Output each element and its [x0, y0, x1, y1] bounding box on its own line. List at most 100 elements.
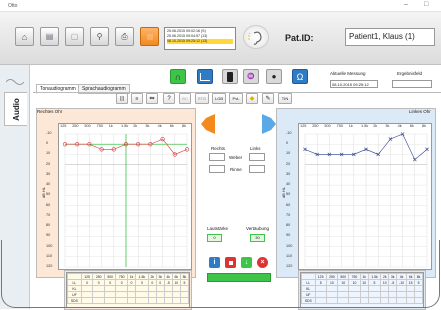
- table-cell[interactable]: [92, 297, 105, 304]
- y-tick-label: 110: [286, 253, 293, 258]
- y-tick-label: 40: [46, 182, 51, 187]
- right-ear-plot[interactable]: [58, 123, 192, 270]
- new-document-button[interactable]: ▢: [65, 27, 84, 46]
- lightbulb-button[interactable]: ◆: [246, 93, 258, 104]
- table-cell[interactable]: [337, 297, 350, 304]
- minimize-button[interactable]: –: [404, 1, 408, 8]
- table-cell[interactable]: [380, 297, 390, 304]
- y-tick-label: 100: [46, 243, 53, 248]
- table-cell[interactable]: [406, 297, 416, 304]
- patient-name-field[interactable]: Patient1, Klaus (1): [345, 28, 435, 46]
- headset-button[interactable]: Ω: [292, 69, 308, 84]
- bars-icon: |||: [120, 95, 124, 102]
- y-tick-label: 100: [286, 243, 293, 248]
- table-cell[interactable]: [179, 297, 189, 304]
- pen-icon: ✎: [265, 96, 271, 102]
- audio-tab[interactable]: Audio: [4, 92, 27, 126]
- table-cell[interactable]: [147, 297, 157, 304]
- info-icon: i: [213, 259, 216, 266]
- vertaeubung-field[interactable]: 30: [250, 234, 265, 242]
- table-cell[interactable]: [314, 297, 327, 304]
- level-button[interactable]: ≡: [131, 93, 143, 104]
- ear-button[interactable]: ?: [163, 93, 175, 104]
- audiogram-view-button[interactable]: [197, 69, 213, 84]
- table-cell[interactable]: [359, 297, 369, 304]
- x-tick-label: 750: [336, 124, 343, 128]
- table-cell[interactable]: [348, 297, 361, 304]
- left-ear-title: Linkes Ohr: [409, 109, 431, 114]
- table-cell[interactable]: [134, 297, 149, 304]
- table-row-label: SDS: [301, 297, 316, 304]
- weber-label: Weber: [229, 155, 243, 160]
- headphones-button[interactable]: ∩: [170, 69, 186, 84]
- table-cell[interactable]: [414, 297, 423, 304]
- ear-logo-icon: [243, 25, 269, 49]
- y-tick-label: 0: [46, 141, 49, 146]
- rinne-right-field[interactable]: [209, 165, 225, 173]
- stop-icon: [228, 260, 233, 265]
- session-button[interactable]: [140, 27, 159, 46]
- title-bar: Otto – □: [0, 0, 441, 12]
- bone-conduction-button[interactable]: |||: [116, 93, 128, 104]
- table-cell[interactable]: [163, 297, 173, 304]
- home-button[interactable]: ⌂: [15, 27, 34, 46]
- table-cell[interactable]: [367, 297, 382, 304]
- search-button[interactable]: ⚲: [90, 27, 109, 46]
- session-list[interactable]: 25.06.2015 09:02:16 (S) 25.06.2015 09:04…: [164, 27, 236, 50]
- x-tick-label: 1.5k: [121, 124, 129, 128]
- pvl-button[interactable]: PvL: [229, 93, 243, 104]
- bc-button[interactable]: BC: [179, 93, 191, 104]
- x-tick-label: 6k: [409, 124, 414, 128]
- lightbulb-icon: ◆: [249, 96, 255, 102]
- y-tick-label: 90: [46, 233, 51, 238]
- aktuelle-messung-field[interactable]: 08.10.2015 09:25:12: [330, 80, 378, 88]
- table-cell[interactable]: [155, 297, 165, 304]
- stg-button[interactable]: STG: [195, 93, 209, 104]
- speech-button[interactable]: ●: [266, 69, 282, 84]
- table-cell[interactable]: [325, 297, 339, 304]
- patient-file-button[interactable]: ▤: [40, 27, 59, 46]
- x-tick-label: 125: [60, 124, 67, 128]
- save-button[interactable]: ↓: [241, 257, 252, 268]
- weber-left-field[interactable]: [249, 153, 265, 161]
- table-cell[interactable]: [171, 297, 181, 304]
- table-cell[interactable]: [103, 297, 117, 304]
- info-button[interactable]: i: [209, 257, 220, 268]
- loop-button[interactable]: ∞: [146, 93, 158, 104]
- table-cell[interactable]: [127, 297, 136, 304]
- x-tick-label: 3k: [145, 124, 150, 128]
- left-ear-plot[interactable]: [298, 123, 432, 270]
- lautstaerke-label: Lautstärke: [207, 226, 229, 231]
- weber-right-field[interactable]: [209, 153, 225, 161]
- table-cell[interactable]: [388, 297, 398, 304]
- sound-wave-button[interactable]: ♒: [243, 69, 259, 84]
- rechts-label: Rechts: [211, 146, 226, 151]
- lautstaerke-field[interactable]: 0: [207, 234, 222, 242]
- right-ear-table: 125 250 500 750 1k 1.5k 2k 3k 4k 6k 8k LL 0 0 0 0 0 0 0 0 -5…: [66, 272, 190, 308]
- y-tick-label: 90: [286, 233, 291, 238]
- rinne-left-field[interactable]: [249, 165, 265, 173]
- lgb-button[interactable]: LGB: [212, 93, 226, 104]
- document-icon: ▢: [70, 32, 79, 41]
- infinity-icon: ∞: [149, 95, 155, 102]
- y-tick-label: 30: [46, 171, 51, 176]
- wave-icon: [6, 79, 24, 85]
- x-tick-label: 6k: [169, 124, 174, 128]
- maximize-button[interactable]: □: [424, 1, 428, 8]
- print-button[interactable]: ⎙: [115, 27, 134, 46]
- ergebnisfeld-field[interactable]: [392, 80, 432, 88]
- stop-button[interactable]: [225, 257, 236, 268]
- tin-button[interactable]: TIN: [278, 93, 292, 104]
- x-tick-label: 2k: [133, 124, 138, 128]
- delete-button[interactable]: ×: [257, 257, 268, 268]
- search-icon: ⚲: [96, 32, 103, 41]
- chart-icon: [200, 72, 210, 81]
- session-item-selected[interactable]: 08.10.2015 09:25:12 (13): [167, 39, 233, 44]
- speaker-button[interactable]: [222, 69, 238, 84]
- table-row-label: SDS: [67, 297, 82, 304]
- pen-button[interactable]: ✎: [262, 93, 274, 104]
- aktuelle-messung-label: Aktuelle Messung: [330, 71, 366, 76]
- table-cell[interactable]: [115, 297, 128, 304]
- table-cell[interactable]: [80, 297, 94, 304]
- table-cell[interactable]: [396, 297, 408, 304]
